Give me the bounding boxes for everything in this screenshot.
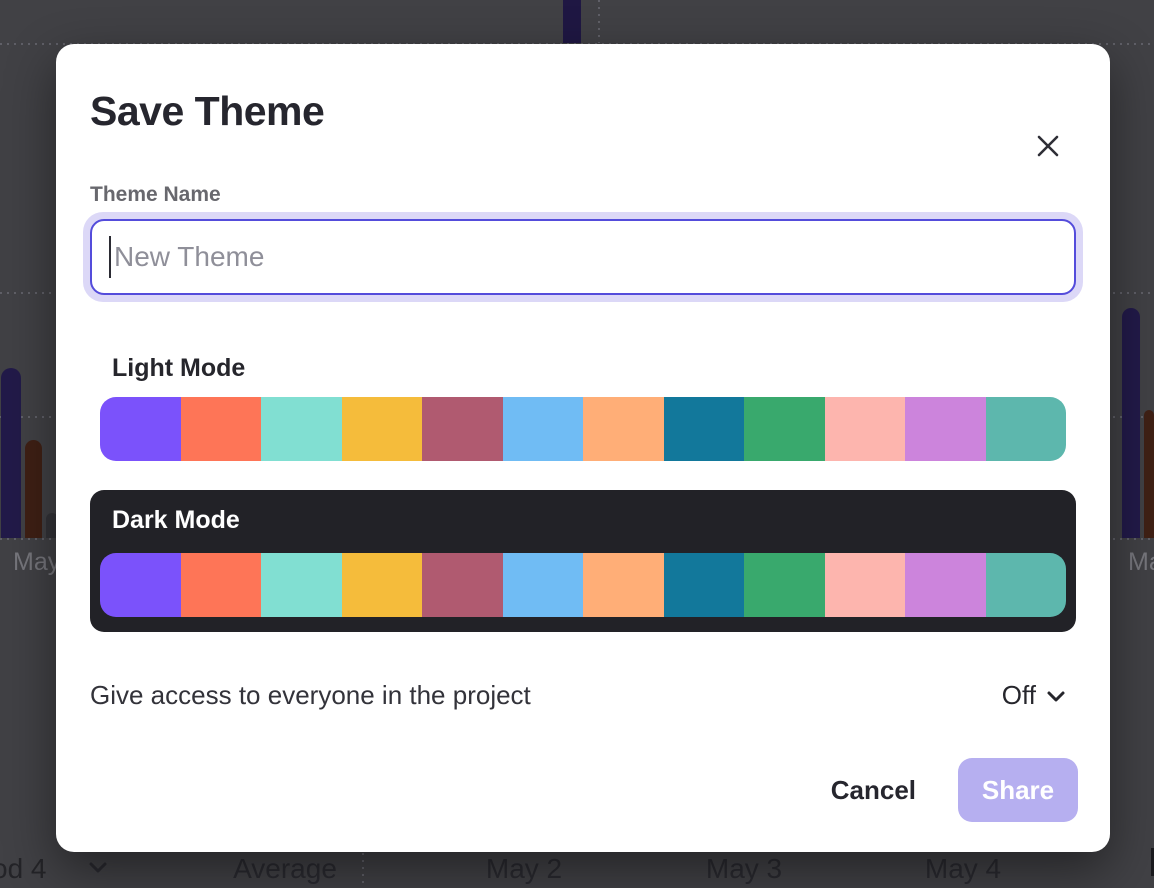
background-bar <box>25 440 42 538</box>
background-bar <box>563 0 581 43</box>
background-bar <box>1 368 21 538</box>
palette-swatch <box>744 553 825 617</box>
modal-actions: Cancel Share <box>831 758 1078 822</box>
x-axis-label-average: Average <box>233 853 337 885</box>
palette-swatch <box>181 553 262 617</box>
palette-swatch <box>422 553 503 617</box>
gridline-vertical <box>598 0 600 43</box>
palette-swatch <box>744 397 825 461</box>
access-label: Give access to everyone in the project <box>90 680 531 711</box>
dark-mode-palette[interactable] <box>100 553 1066 617</box>
palette-swatch <box>261 553 342 617</box>
access-dropdown-value: Off <box>1002 680 1036 711</box>
palette-swatch <box>664 397 745 461</box>
background-bar <box>1122 308 1140 538</box>
palette-swatch <box>825 397 906 461</box>
close-button[interactable] <box>1030 128 1066 164</box>
dark-mode-card: Dark Mode <box>90 490 1076 632</box>
cancel-button[interactable]: Cancel <box>831 775 916 806</box>
text-cursor <box>109 236 111 278</box>
access-dropdown[interactable]: Off <box>1002 680 1066 711</box>
modal-title: Save Theme <box>90 88 324 135</box>
theme-name-input-wrapper <box>83 212 1083 302</box>
background-bar <box>1144 410 1154 538</box>
chevron-down-icon <box>1046 689 1066 703</box>
light-mode-palette[interactable] <box>100 397 1066 461</box>
palette-swatch <box>342 397 423 461</box>
palette-swatch <box>503 553 584 617</box>
palette-swatch <box>825 553 906 617</box>
save-theme-modal: Save Theme Theme Name Light Mode Dark Mo… <box>56 44 1110 852</box>
palette-swatch <box>905 397 986 461</box>
palette-swatch <box>100 553 181 617</box>
access-row: Give access to everyone in the project O… <box>90 680 1066 711</box>
palette-swatch <box>905 553 986 617</box>
chevron-down-icon[interactable] <box>88 860 108 874</box>
palette-swatch <box>503 397 584 461</box>
palette-swatch <box>422 397 503 461</box>
light-mode-label: Light Mode <box>112 354 245 383</box>
palette-swatch <box>342 553 423 617</box>
close-icon <box>1036 134 1060 158</box>
gridline-vertical <box>362 846 364 888</box>
palette-swatch <box>583 397 664 461</box>
dark-mode-label: Dark Mode <box>112 506 240 535</box>
palette-swatch <box>664 553 745 617</box>
x-axis-label-may3: May 3 <box>706 853 782 885</box>
palette-swatch <box>986 397 1067 461</box>
x-axis-label-right: Ma <box>1128 548 1154 577</box>
share-button[interactable]: Share <box>958 758 1078 822</box>
x-axis-label-left: May <box>13 548 60 577</box>
theme-name-input[interactable] <box>90 219 1076 295</box>
period-dropdown-label: od 4 <box>0 853 47 884</box>
palette-swatch <box>181 397 262 461</box>
palette-swatch <box>100 397 181 461</box>
palette-swatch <box>261 397 342 461</box>
x-axis-label-may4: May 4 <box>925 853 1001 885</box>
x-axis-label-may2: May 2 <box>486 853 562 885</box>
palette-swatch <box>986 553 1067 617</box>
period-dropdown[interactable]: od 4 <box>0 853 47 885</box>
theme-name-label: Theme Name <box>90 183 221 207</box>
palette-swatch <box>583 553 664 617</box>
